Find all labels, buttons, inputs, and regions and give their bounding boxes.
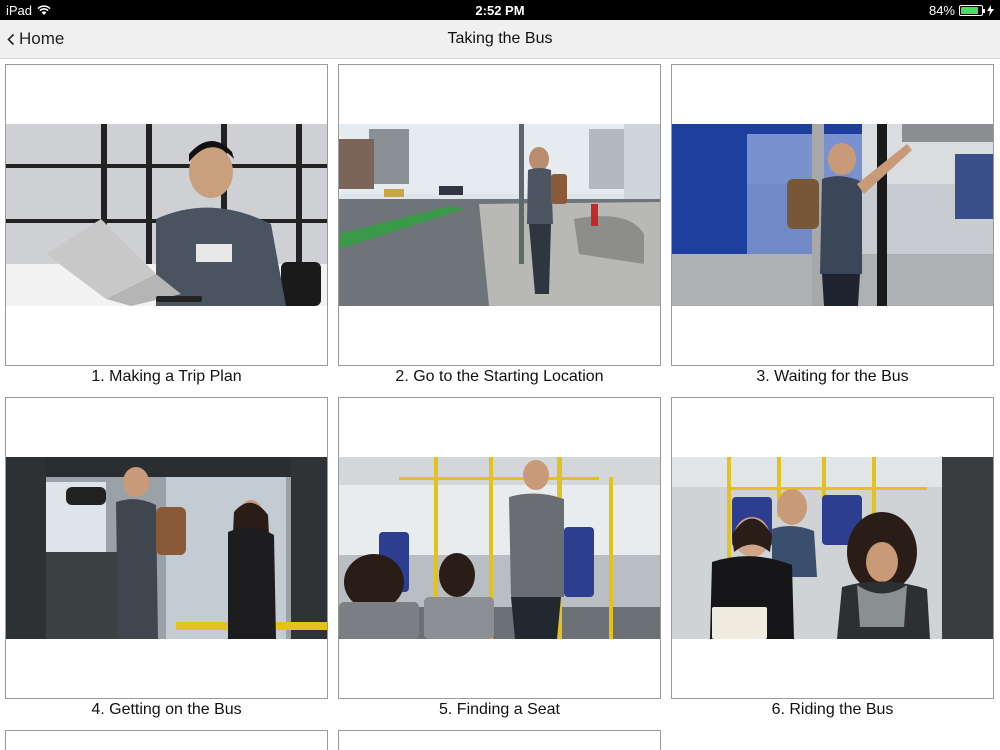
- tile-making-a-trip-plan[interactable]: [5, 64, 328, 366]
- status-bar: iPad 2:52 PM 84%: [0, 0, 1000, 20]
- tile-caption: 1. Making a Trip Plan: [91, 368, 242, 385]
- tile-riding-the-bus[interactable]: [671, 397, 994, 699]
- navigation-bar: Home Taking the Bus: [0, 20, 1000, 59]
- tile-partial[interactable]: [5, 730, 328, 750]
- tile-caption: 3. Waiting for the Bus: [756, 368, 909, 385]
- tile-caption: 5. Finding a Seat: [439, 701, 560, 718]
- tile-getting-on-the-bus[interactable]: [5, 397, 328, 699]
- trip-plan-photo: [6, 124, 327, 306]
- battery-icon: [959, 5, 985, 16]
- waiting-for-bus-photo: [672, 124, 993, 306]
- tile-waiting-for-the-bus[interactable]: [671, 64, 994, 366]
- riding-bus-photo: [672, 457, 993, 639]
- tile-partial[interactable]: [338, 730, 661, 750]
- status-right: 84%: [929, 3, 994, 18]
- tile-finding-a-seat[interactable]: [338, 397, 661, 699]
- tile-caption: 2. Go to the Starting Location: [395, 368, 604, 385]
- battery-percent: 84%: [928, 3, 955, 18]
- page-title: Taking the Bus: [447, 30, 553, 47]
- charging-bolt-icon: [987, 5, 994, 16]
- tile-go-to-starting-location[interactable]: [338, 64, 661, 366]
- tile-caption: 4. Getting on the Bus: [91, 701, 242, 718]
- starting-location-photo: [339, 124, 660, 306]
- battery-level: [961, 7, 978, 14]
- finding-seat-photo: [339, 457, 660, 639]
- getting-on-bus-photo: [6, 457, 327, 639]
- status-time: 2:52 PM: [475, 3, 525, 18]
- tile-caption: 6. Riding the Bus: [771, 701, 894, 718]
